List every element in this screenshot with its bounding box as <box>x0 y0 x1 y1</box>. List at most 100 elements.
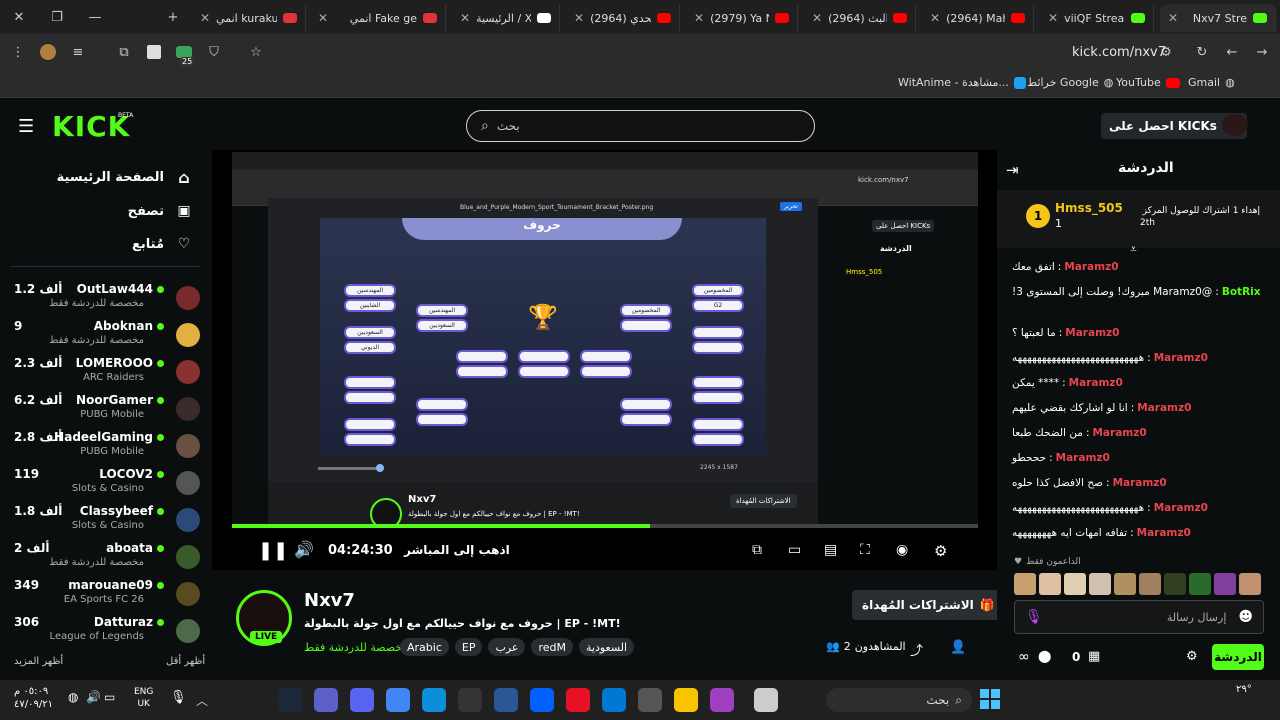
nav-following[interactable]: مُتابع ♡ <box>14 231 194 257</box>
following-channel[interactable]: marouane09 EA Sports FC 26 349 <box>8 577 204 611</box>
steam-icon[interactable] <box>278 688 302 712</box>
chat-username[interactable]: Maramz0 <box>1154 352 1208 364</box>
supporter-avatar[interactable] <box>1014 573 1036 595</box>
extensions-puzzle-icon[interactable]: ⧉ <box>114 42 134 62</box>
chat-username[interactable]: Maramz0 <box>1154 502 1208 514</box>
show-less-link[interactable]: أظهر أقل <box>166 656 205 667</box>
following-channel[interactable]: Datturaz League of Legends 306 <box>8 614 204 648</box>
clip-icon[interactable]: ⧉ <box>752 542 762 558</box>
browser-tab[interactable]: ✕ (2979) Ya Na <box>686 4 798 32</box>
tab-close-icon[interactable]: ✕ <box>930 11 940 25</box>
extension-icon[interactable] <box>144 42 164 62</box>
playlist-icon[interactable]: ≡ <box>68 42 88 62</box>
minimize-window-button[interactable]: — <box>76 0 114 34</box>
supporter-avatar[interactable] <box>1164 573 1186 595</box>
file-icon[interactable] <box>754 688 778 712</box>
chat-username[interactable]: Maramz0 <box>1056 452 1110 464</box>
tab-close-icon[interactable]: ✕ <box>812 11 822 25</box>
supporter-avatar[interactable] <box>1189 573 1211 595</box>
supporter-avatar[interactable] <box>1064 573 1086 595</box>
tab-close-icon[interactable]: ✕ <box>318 11 328 25</box>
bookmark-witanime[interactable]: WitAnime - مشاهدة... <box>898 76 1026 89</box>
dropbox-icon[interactable] <box>530 688 554 712</box>
infinity-icon[interactable]: ∞ <box>1018 649 1030 665</box>
hamburger-menu-icon[interactable]: ☰ <box>18 116 34 137</box>
go-live-button[interactable]: اذهب إلى المباشر <box>404 543 510 557</box>
show-more-link[interactable]: أظهر المزيد <box>14 656 63 667</box>
chat-username[interactable]: Maramz0 <box>1092 427 1146 439</box>
store-icon[interactable]: ▦ <box>1088 649 1100 664</box>
browser-tab[interactable]: ✕ viiQF Stream <box>1040 4 1154 32</box>
chat-username[interactable]: Maramz0 <box>1113 477 1167 489</box>
following-channel[interactable]: OutLaw444 مخصصة للدردشة فقط 1.2 ألف <box>8 281 204 315</box>
following-channel[interactable]: aboata مخصصة للدردشة فقط 2 ألف <box>8 540 204 574</box>
maximize-window-button[interactable]: ❐ <box>38 0 76 34</box>
browser-tab[interactable]: ✕ الرئيسية / X <box>452 4 560 32</box>
bookmark-youtube[interactable]: YouTube <box>1116 76 1180 89</box>
chat-send-button[interactable]: الدردشة <box>1212 644 1264 670</box>
stream-tag[interactable]: السعودية <box>579 638 635 656</box>
tab-close-icon[interactable]: ✕ <box>1048 11 1058 25</box>
bookmark-gmail[interactable]: Gmail ◍ <box>1188 76 1235 89</box>
following-channel[interactable]: LOCOV2 Slots & Casino 119 <box>8 466 204 500</box>
nav-home[interactable]: الصفحة الرئيسية ⌂ <box>14 164 194 190</box>
expand-pinned-icon[interactable]: ⩡ <box>1130 242 1137 257</box>
browser-tab[interactable]: ✕ (2964) تحدي <box>566 4 680 32</box>
battery-icon[interactable]: ▭ <box>104 690 115 704</box>
browser-tab[interactable]: ✕ (2964) البث <box>804 4 916 32</box>
tab-close-icon[interactable]: ✕ <box>460 11 470 25</box>
chat-username[interactable]: Maramz0 <box>1137 527 1191 539</box>
follow-icon[interactable]: 👤 <box>950 640 966 655</box>
chat-username[interactable]: Maramz0 <box>1065 327 1119 339</box>
app-icon[interactable] <box>566 688 590 712</box>
following-channel[interactable]: Classybeef Slots & Casino 1.8 ألف <box>8 503 204 537</box>
taskbar-search[interactable]: بحث ⌕ <box>826 688 972 712</box>
collapse-chat-icon[interactable]: ⇥ <box>1006 161 1019 179</box>
fullscreen-icon[interactable]: ⛶ <box>860 542 870 558</box>
epic-games-icon[interactable] <box>458 688 482 712</box>
folder-icon[interactable] <box>674 688 698 712</box>
new-tab-button[interactable]: + <box>154 0 192 34</box>
reload-icon[interactable]: ↻ <box>1192 42 1212 62</box>
store-icon[interactable] <box>638 688 662 712</box>
edge-icon[interactable] <box>422 688 446 712</box>
volume-icon[interactable]: 🔊 <box>294 540 314 559</box>
menu-dots-icon[interactable]: ⋮ <box>8 42 28 62</box>
stream-tag[interactable]: EP <box>454 638 483 656</box>
browser-tab[interactable]: ✕ انمي Fake ge <box>310 4 446 32</box>
stream-tag[interactable]: redM <box>531 638 573 656</box>
streamer-name[interactable]: Nxv7 <box>304 590 355 611</box>
supporter-avatar[interactable] <box>1114 573 1136 595</box>
volume-icon[interactable]: 🔊 <box>86 690 101 704</box>
chat-input[interactable]: 🎙 إرسال رسالة ☻ <box>1014 600 1264 634</box>
chat-settings-icon[interactable]: ⚙ <box>1186 649 1198 664</box>
browser-tab[interactable]: ✕ (2964) Maher <box>922 4 1034 32</box>
supporter-avatar[interactable] <box>1039 573 1061 595</box>
stream-tag[interactable]: Arabic <box>400 638 449 656</box>
stream-category[interactable]: مخصصة للدردشة فقط <box>304 641 408 654</box>
browser-tab[interactable]: ✕ انمي kuraku <box>192 4 306 32</box>
extension-icon[interactable] <box>38 42 58 62</box>
gift-subs-button[interactable]: الاشتراكات المُهداة 🎁 <box>852 590 1005 620</box>
snipping-icon[interactable] <box>494 688 518 712</box>
pause-icon[interactable]: ❚❚ <box>258 540 288 561</box>
settings-gear-icon[interactable]: ⚙ <box>934 542 947 560</box>
emoji-icon[interactable]: ☻ <box>1238 609 1253 625</box>
tray-expand-icon[interactable]: ︿ <box>196 692 208 709</box>
nav-browse[interactable]: تصفح ▣ <box>14 198 194 224</box>
theater-icon[interactable]: ▭ <box>788 542 801 558</box>
tab-close-icon[interactable]: ✕ <box>1168 11 1178 25</box>
teams-icon[interactable] <box>314 688 338 712</box>
following-channel[interactable]: Aboknan مخصصة للدردشة فقط 9 <box>8 318 204 352</box>
start-icon[interactable] <box>980 689 1000 709</box>
chat-username[interactable]: Maramz0 <box>1069 377 1123 389</box>
supporter-avatar[interactable] <box>1214 573 1236 595</box>
user-avatar[interactable] <box>1222 114 1248 136</box>
close-window-button[interactable]: ✕ <box>0 0 38 34</box>
url-text[interactable]: kick.com/nxv7 <box>1072 45 1166 60</box>
back-icon[interactable]: ← <box>1222 42 1242 62</box>
clock[interactable]: ٠٥:٠٩ م ٤٧/٠٩/٢١ <box>14 685 53 711</box>
chrome-icon[interactable] <box>386 688 410 712</box>
outlook-icon[interactable] <box>602 688 626 712</box>
supporter-avatar[interactable] <box>1139 573 1161 595</box>
